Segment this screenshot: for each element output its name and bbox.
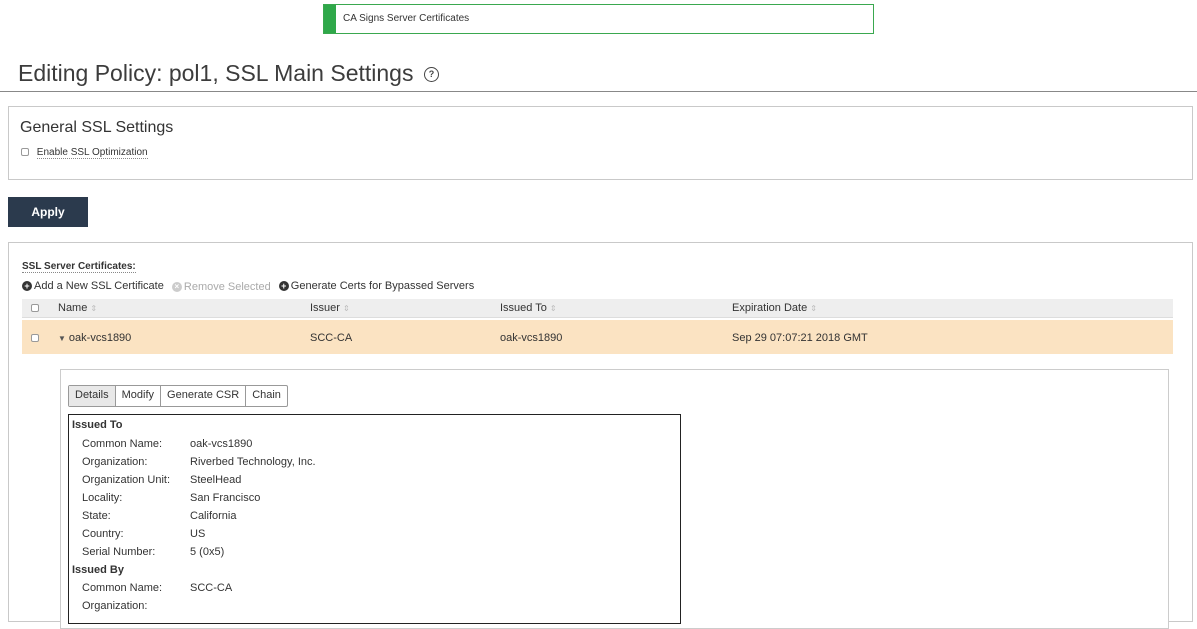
select-all-checkbox[interactable] — [31, 304, 39, 312]
column-expiration-label: Expiration Date — [732, 302, 808, 314]
column-issued-to[interactable]: Issued To ⇕ — [500, 302, 557, 314]
cert-issued-to: oak-vcs1890 — [500, 332, 563, 344]
field-key: Locality: — [82, 492, 123, 504]
general-ssl-heading: General SSL Settings — [20, 119, 174, 136]
add-certificate-label: Add a New SSL Certificate — [34, 280, 164, 292]
field-key: Common Name: — [82, 582, 163, 594]
sort-icon: ⇕ — [90, 304, 98, 313]
column-name[interactable]: Name ⇕ — [58, 302, 97, 314]
field-key: Organization: — [82, 600, 148, 612]
field-value: US — [190, 528, 206, 540]
enable-ssl-row[interactable]: Enable SSL Optimization — [21, 147, 148, 159]
expand-triangle-icon[interactable]: ▼ — [58, 334, 66, 343]
general-ssl-settings-panel: General SSL Settings Enable SSL Optimiza… — [8, 106, 1193, 180]
tab-generate-csr[interactable]: Generate CSR — [161, 386, 247, 406]
issued-by-heading: Issued By — [72, 564, 124, 576]
cert-issuer: SCC-CA — [310, 332, 353, 344]
sort-icon: ⇕ — [810, 304, 817, 313]
status-banner: CA Signs Server Certificates — [323, 4, 874, 34]
ssl-server-certificates-label: SSL Server Certificates: — [22, 261, 136, 273]
enable-ssl-checkbox[interactable] — [21, 148, 29, 156]
column-issued-to-label: Issued To — [500, 302, 547, 314]
plus-icon: + — [278, 281, 289, 291]
field-value: SCC-CA — [190, 582, 233, 594]
remove-icon: × — [171, 282, 182, 292]
banner-text: CA Signs Server Certificates — [343, 13, 470, 24]
field-key: State: — [82, 510, 111, 522]
field-value: oak-vcs1890 — [190, 438, 253, 450]
generate-certs-label: Generate Certs for Bypassed Servers — [290, 280, 475, 292]
certificate-details-box: Issued To Common Name: oak-vcs1890 Organ… — [68, 414, 681, 624]
remove-selected-button[interactable]: × Remove Selected — [171, 281, 271, 293]
help-icon[interactable]: ? — [424, 67, 439, 82]
tab-details[interactable]: Details — [69, 386, 116, 406]
row-checkbox[interactable] — [31, 334, 39, 342]
apply-button[interactable]: Apply — [8, 197, 88, 227]
field-key: Organization Unit: — [82, 474, 171, 486]
tab-chain[interactable]: Chain — [246, 386, 287, 406]
field-key: Serial Number: — [82, 546, 156, 558]
detail-tabs: Details Modify Generate CSR Chain — [68, 385, 288, 407]
field-value: Riverbed Technology, Inc. — [190, 456, 316, 468]
banner-accent — [324, 5, 336, 33]
field-value: San Francisco — [190, 492, 261, 504]
title-divider — [0, 91, 1197, 92]
cert-name-cell[interactable]: ▼ oak-vcs1890 — [58, 332, 131, 344]
field-key: Organization: — [82, 456, 148, 468]
add-certificate-button[interactable]: + Add a New SSL Certificate — [22, 280, 164, 292]
plus-icon: + — [22, 281, 32, 291]
column-name-label: Name — [58, 302, 88, 314]
certificate-actions: + Add a New SSL Certificate × Remove Sel… — [22, 280, 479, 293]
generate-certs-button[interactable]: + Generate Certs for Bypassed Servers — [278, 280, 475, 292]
sort-icon: ⇕ — [342, 304, 350, 313]
field-value: 5 (0x5) — [190, 546, 225, 558]
field-value: California — [190, 510, 237, 522]
table-header: Name ⇕ Issuer ⇕ Issued To ⇕ Expiration Date… — [22, 299, 1173, 318]
tab-modify[interactable]: Modify — [116, 386, 162, 406]
remove-selected-label: Remove Selected — [183, 281, 271, 293]
cert-expiration: Sep 29 07:07:21 2018 GMT — [732, 332, 868, 344]
page-title: Editing Policy: pol1, SSL Main Settings — [18, 60, 414, 86]
column-issuer[interactable]: Issuer ⇕ — [310, 302, 350, 314]
field-key: Common Name: — [82, 438, 163, 450]
column-issuer-label: Issuer — [310, 302, 340, 314]
enable-ssl-label[interactable]: Enable SSL Optimization — [36, 147, 148, 159]
sort-icon: ⇕ — [549, 304, 557, 313]
issued-to-heading: Issued To — [72, 419, 123, 431]
field-value: SteelHead — [190, 474, 242, 486]
cert-name: oak-vcs1890 — [68, 332, 132, 344]
column-expiration-date[interactable]: Expiration Date ⇕ — [732, 302, 817, 314]
table-row[interactable]: ▼ oak-vcs1890 SCC-CA oak-vcs1890 Sep 29 0… — [22, 320, 1173, 354]
field-key: Country: — [82, 528, 124, 540]
